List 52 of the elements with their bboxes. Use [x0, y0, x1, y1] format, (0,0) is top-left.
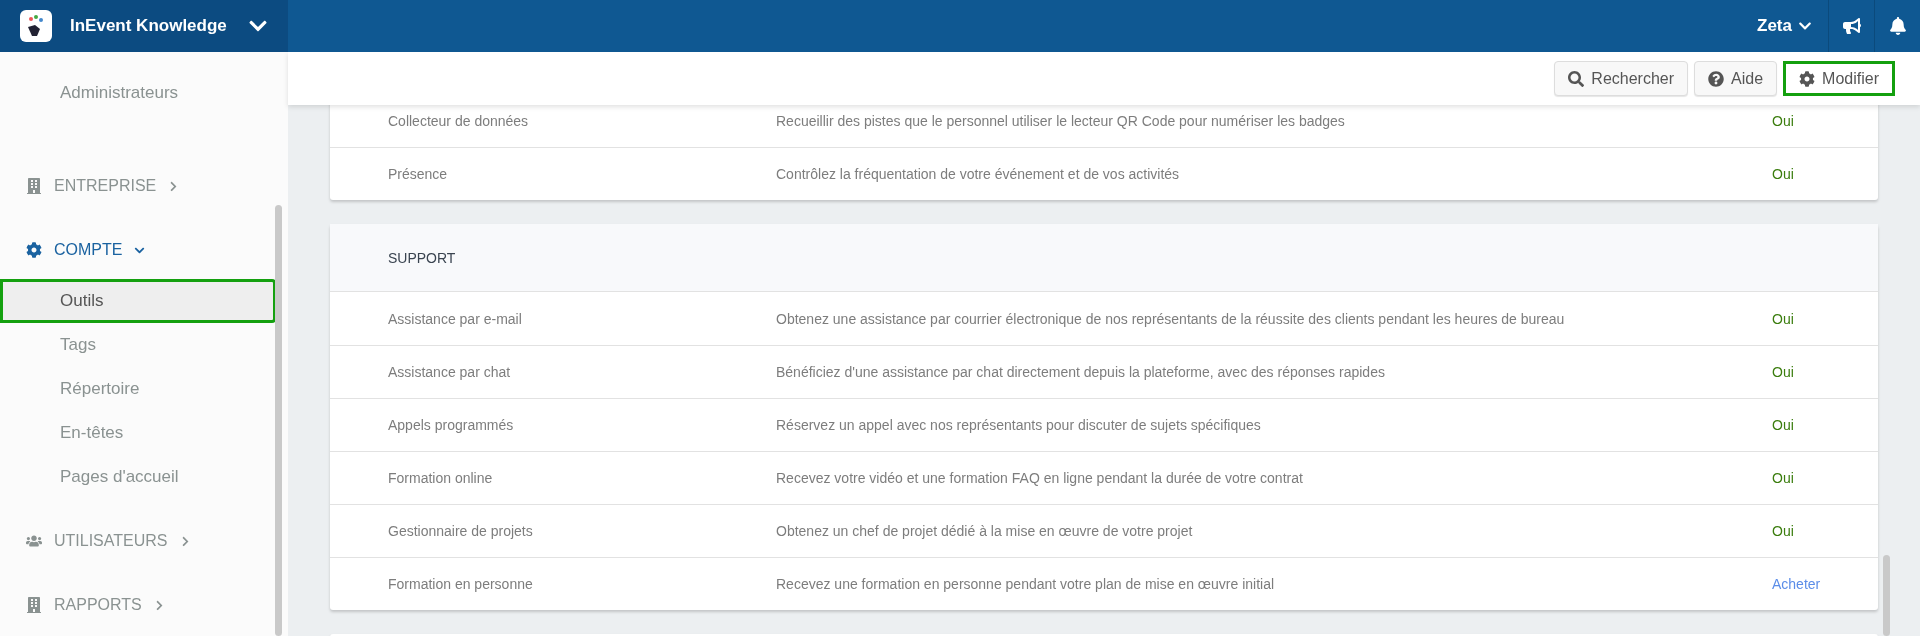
users-icon [26, 533, 42, 549]
status-text: Oui [1772, 364, 1794, 380]
search-icon [1568, 70, 1585, 87]
user-menu[interactable]: Zeta [1741, 0, 1828, 52]
feature-name: Appels programmés [387, 417, 515, 433]
gear-button[interactable]: Modifier [1783, 61, 1895, 96]
status-text: Oui [1772, 470, 1794, 486]
feature-description: Recueillir des pistes que le personnel utiliser le lecteur QR Code pour numériser les badges [776, 112, 1346, 129]
feature-description: Bénéficiez d'une assistance par chat directement depuis la plateforme, avec des réponses rapides [776, 364, 1386, 380]
feature-description: Obtenez une assistance par courrier électronique de nos représentants de la réussite des clients pendant les heures de bureau [776, 310, 1566, 327]
megaphone-icon [1842, 17, 1861, 35]
feature-description: Recevez votre vidéo et une formation FAQ en ligne pendant la durée de votre contrat [776, 470, 1304, 486]
feature-description: Recevez une formation en personne pendant votre plan de mise en œuvre initial [776, 576, 1276, 592]
feature-name: Assistance par e-mail [387, 310, 523, 327]
sidebar-section[interactable]: UTILISATEURS [0, 512, 288, 570]
status-text: Oui [1772, 112, 1794, 129]
sidebar-item[interactable]: Répertoire [0, 367, 276, 411]
sidebar-item[interactable]: Outils [0, 279, 276, 323]
sidebar-section[interactable]: RAPPORTS [0, 576, 288, 634]
settings-icon [1799, 70, 1816, 87]
scrollbar[interactable] [1883, 555, 1890, 636]
help-button[interactable]: Aide [1694, 61, 1778, 96]
status-text: Oui [1772, 523, 1794, 539]
feature-description: Contrôlez la fréquentation de votre événement et de vos activités [776, 166, 1181, 182]
feature-name: Présence [387, 166, 449, 182]
sidebar-item[interactable]: En-têtes [0, 411, 276, 455]
building-icon [26, 178, 42, 194]
scrollbar[interactable] [275, 205, 282, 636]
logo-icon [20, 10, 52, 42]
sidebar-item[interactable]: Tags [0, 323, 276, 367]
feature-name: Formation en personne [387, 576, 534, 592]
feature-description: Réservez un appel avec nos représentants pour discuter de sujets spécifiques [776, 417, 1262, 433]
sidebar-item[interactable]: Administrateurs [0, 71, 276, 115]
help-icon [1708, 70, 1725, 87]
feature-name: Collecteur de données [387, 112, 530, 129]
status-text: Oui [1772, 166, 1794, 182]
card-title: SUPPORT [388, 249, 456, 266]
building-icon [26, 597, 42, 613]
bell-icon [1888, 17, 1907, 35]
status-text: Oui [1772, 417, 1794, 433]
gear-icon [26, 242, 42, 258]
feature-name: Assistance par chat [387, 364, 512, 380]
buy-link[interactable]: Acheter [1772, 576, 1821, 592]
search-button[interactable]: Rechercher [1554, 61, 1689, 96]
sidebar-section[interactable]: ENTREPRISE [0, 157, 288, 215]
sidebar-item[interactable]: Pages d'accueil [0, 455, 276, 499]
status-text: Oui [1772, 310, 1794, 327]
feature-name: Gestionnaire de projets [387, 523, 534, 539]
feature-description: Obtenez un chef de projet dédié à la mise en œuvre de votre projet [776, 523, 1194, 539]
feature-name: Formation online [387, 470, 494, 486]
brand-name: InEvent Knowledge [70, 16, 228, 36]
sidebar-section[interactable]: COMPTE [0, 221, 288, 279]
